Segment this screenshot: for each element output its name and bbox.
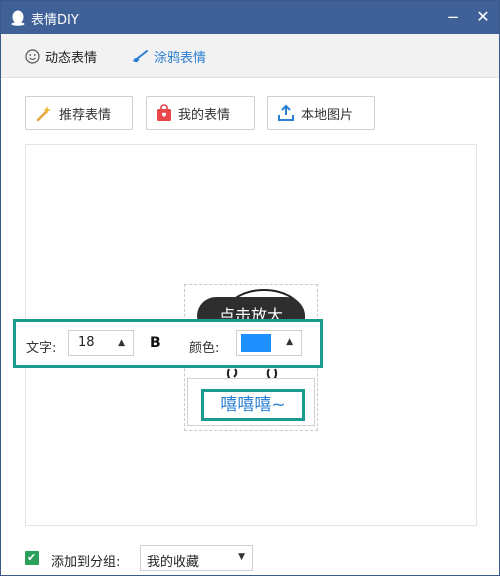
color-label: 颜色: — [189, 341, 220, 356]
shopping-bag-icon — [157, 104, 171, 121]
smiley-icon — [25, 48, 40, 64]
recommend-emoji-label: 推荐表情 — [59, 107, 112, 123]
bold-button[interactable]: B — [150, 335, 161, 351]
title-bar: 表情DIY − ✕ — [1, 1, 499, 34]
add-to-group-checkbox[interactable]: ✔ — [25, 551, 39, 565]
my-emoji-label: 我的表情 — [178, 107, 231, 123]
caption-text-box[interactable]: 嘻嘻嘻~ — [201, 389, 305, 421]
tab-dynamic-emoji-label: 动态表情 — [45, 50, 98, 66]
my-emoji-button[interactable]: 我的表情 — [146, 96, 255, 130]
tab-dynamic-emoji[interactable]: 动态表情 — [25, 46, 97, 66]
tab-doodle-emoji[interactable]: 涂鸦表情 — [131, 46, 206, 66]
tab-doodle-emoji-label: 涂鸦表情 — [154, 50, 207, 66]
emoji-diy-window: 表情DIY − ✕ 动态表情 涂鸦表情 推荐表情 我的表情 本地图片 点击放大 … — [0, 0, 500, 576]
font-size-label: 文字: — [26, 341, 57, 356]
text-format-toolbar: 文字: 18 ▲ B 颜色: ▲ — [13, 319, 323, 368]
local-image-label: 本地图片 — [301, 107, 354, 123]
color-swatch — [241, 334, 271, 352]
font-size-input[interactable]: 18 ▲ — [68, 330, 134, 356]
group-select-value: 我的收藏 — [147, 555, 200, 570]
brush-icon — [133, 49, 148, 62]
upload-icon — [278, 104, 294, 121]
font-size-value: 18 — [78, 335, 95, 350]
minimize-button[interactable]: − — [441, 5, 465, 29]
caret-down-icon: ▼ — [238, 552, 245, 562]
color-picker[interactable]: ▲ — [236, 330, 302, 356]
penguin-icon — [11, 10, 25, 26]
magic-wand-icon — [36, 106, 51, 122]
close-button[interactable]: ✕ — [471, 5, 495, 29]
add-to-group-label: 添加到分组: — [51, 555, 121, 570]
group-select[interactable]: 我的收藏 ▼ — [140, 545, 253, 571]
caret-up-icon[interactable]: ▲ — [286, 337, 293, 347]
mode-bar: 动态表情 涂鸦表情 — [1, 34, 499, 78]
recommend-emoji-button[interactable]: 推荐表情 — [25, 96, 133, 130]
local-image-button[interactable]: 本地图片 — [267, 96, 375, 130]
window-title: 表情DIY — [31, 13, 79, 28]
checkmark-icon: ✔ — [27, 551, 37, 564]
caret-up-icon[interactable]: ▲ — [118, 331, 125, 355]
